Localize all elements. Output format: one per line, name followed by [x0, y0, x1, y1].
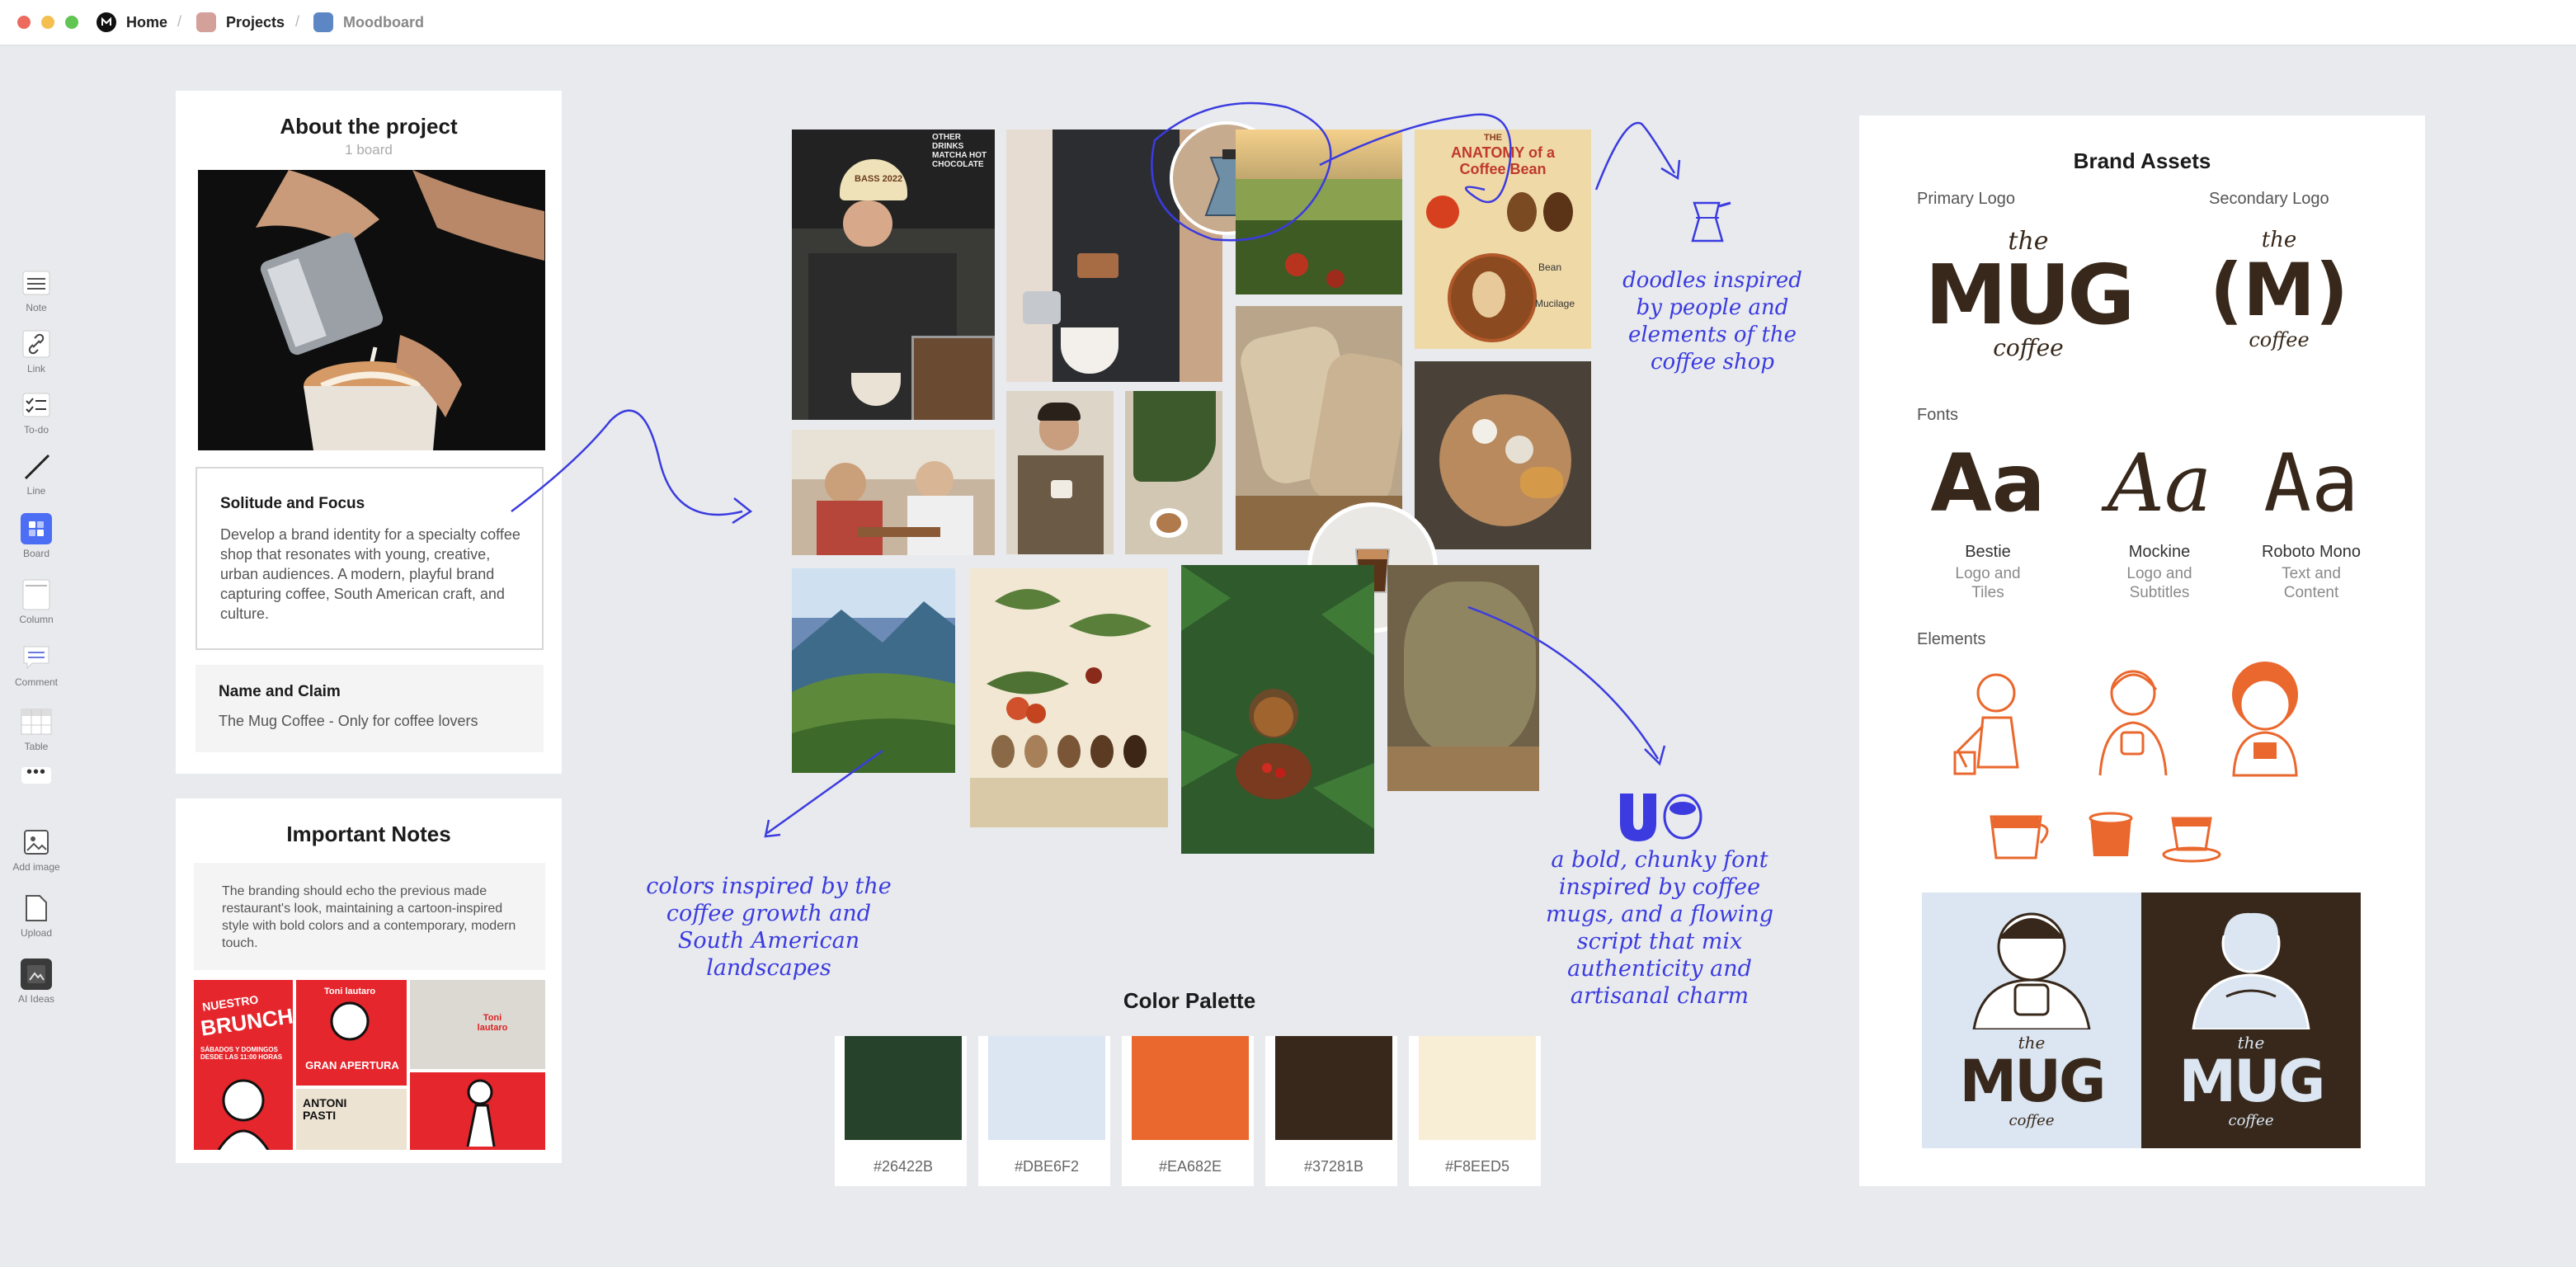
swatch-orange[interactable]: #EA682E — [1122, 1036, 1254, 1186]
brand-assets-title: Brand Assets — [2073, 148, 2211, 173]
arrow-to-font — [1467, 605, 1660, 760]
arrow-to-moka-doodle — [1594, 121, 1676, 191]
brand-assets-card[interactable]: Brand Assets Primary Logo Secondary Logo… — [1859, 115, 2425, 1186]
color-palette-title: Color Palette — [1123, 988, 1256, 1013]
swatch-light-blue[interactable]: #DBE6F2 — [978, 1036, 1110, 1186]
swatch-dark-green[interactable]: #26422B — [835, 1036, 967, 1186]
mockup-dark-mug: MUG — [2178, 1048, 2326, 1115]
man-with-cup-illustration — [2192, 911, 2310, 1029]
font-sample-roboto-mono: Aa — [2263, 437, 2359, 530]
font-use-bestie: Logo and Tiles — [1955, 565, 2021, 601]
secondary-logo-m: (M) — [2209, 247, 2348, 332]
smiling-boy-character-icon — [2232, 662, 2298, 777]
swatch-color — [988, 1036, 1105, 1140]
swatch-hex-label: #26422B — [873, 1158, 934, 1175]
secondary-logo-coffee: coffee — [2249, 328, 2310, 351]
swatch-color — [1132, 1036, 1249, 1140]
logo-mockup-light[interactable]: the MUG coffee — [1922, 893, 2141, 1148]
moka-pot-doodle-icon — [1686, 186, 1735, 252]
barista-character-icon — [1953, 673, 2019, 775]
u-cup-doodle-icon — [1617, 790, 1707, 843]
primary-logo[interactable]: the MUG coffee — [1917, 229, 2140, 370]
mockup-dark-coffee: coffee — [2228, 1112, 2274, 1129]
swatch-color — [1275, 1036, 1392, 1140]
swatch-hex-label: #37281B — [1303, 1158, 1364, 1175]
fonts-label: Fonts — [1917, 406, 1959, 424]
font-use-mockine: Logo and Subtitles — [2126, 565, 2192, 601]
elements-label: Elements — [1917, 630, 1986, 648]
font-annotation: a bold, chunky font inspired by coffee m… — [1545, 847, 1773, 1009]
font-name-roboto-mono: Roboto Mono — [2261, 543, 2362, 561]
coffee-cups-icon — [1990, 812, 2221, 863]
secondary-logo[interactable]: the (M) coffee — [2209, 229, 2349, 370]
font-use-roboto-mono: Text and Content — [2282, 565, 2341, 601]
font-sample-bestie: Aa — [1930, 437, 2046, 530]
swatch-hex-label: #EA682E — [1158, 1158, 1222, 1175]
swatch-dark-brown[interactable]: #37281B — [1265, 1036, 1397, 1186]
swatch-color — [1419, 1036, 1536, 1140]
swatch-color — [845, 1036, 962, 1140]
arrow-to-collage — [511, 409, 743, 516]
primary-logo-mug: MUG — [1924, 247, 2136, 343]
font-name-bestie: Bestie — [1965, 543, 2011, 561]
swatch-hex-label: #F8EED5 — [1444, 1158, 1510, 1175]
swatch-cream[interactable]: #F8EED5 — [1409, 1036, 1541, 1186]
woman-mug-character-icon — [2098, 670, 2168, 776]
logo-mockup-dark[interactable]: the MUG coffee — [2141, 893, 2361, 1148]
font-sample-mockine: Aa — [2107, 437, 2212, 530]
colors-annotation: colors inspired by the coffee growth and… — [646, 874, 892, 981]
arrow-to-colors — [766, 749, 883, 835]
mockup-light-mug: MUG — [1959, 1048, 2107, 1115]
mockup-light-coffee: coffee — [2009, 1112, 2055, 1129]
primary-logo-label: Primary Logo — [1917, 190, 2015, 208]
doodle-circle — [1151, 101, 1512, 242]
woman-with-mug-illustration — [1972, 912, 2091, 1029]
character-elements — [1953, 662, 2298, 863]
font-name-mockine: Mockine — [2128, 543, 2191, 561]
swatch-hex-label: #DBE6F2 — [1014, 1158, 1080, 1175]
doodles-annotation: doodles inspired by people and elements … — [1622, 268, 1802, 374]
secondary-logo-label: Secondary Logo — [2209, 190, 2329, 208]
